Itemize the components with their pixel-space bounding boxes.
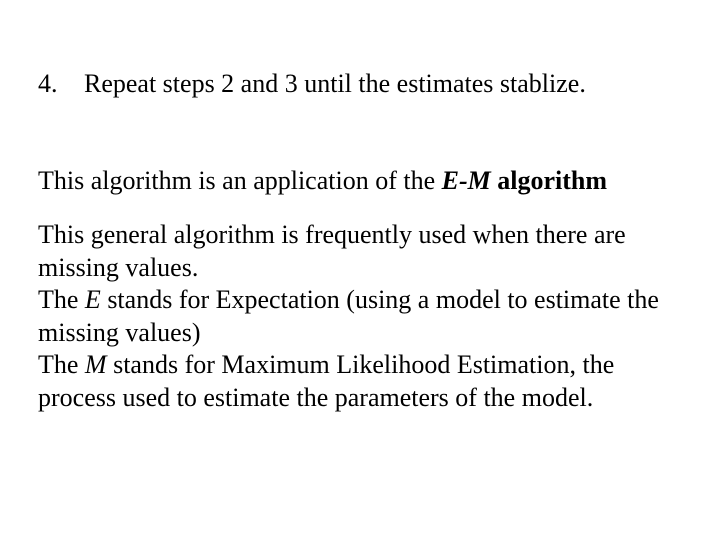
para2-line2a: The xyxy=(38,285,85,314)
para1-bold-term: algorithm xyxy=(491,166,607,195)
para1-em-term: E-M xyxy=(442,166,491,195)
para2-e-term: E xyxy=(85,285,101,314)
para2-line3b: stands for Maximum Likelihood Estimation… xyxy=(38,350,614,412)
para2-line3a: The xyxy=(38,350,85,379)
para1-prefix: This algorithm is an application of the xyxy=(38,166,442,195)
numbered-list-item: 4. Repeat steps 2 and 3 until the estima… xyxy=(38,68,682,101)
para2-line1: This general algorithm is frequently use… xyxy=(38,220,626,282)
list-text: Repeat steps 2 and 3 until the estimates… xyxy=(84,68,682,101)
paragraph-em-algorithm: This algorithm is an application of the … xyxy=(38,165,682,198)
slide: 4. Repeat steps 2 and 3 until the estima… xyxy=(0,0,720,540)
para2-m-term: M xyxy=(85,350,107,379)
list-number: 4. xyxy=(38,68,84,101)
paragraph-description: This general algorithm is frequently use… xyxy=(38,219,682,414)
para2-line2b: stands for Expectation (using a model to… xyxy=(38,285,659,347)
